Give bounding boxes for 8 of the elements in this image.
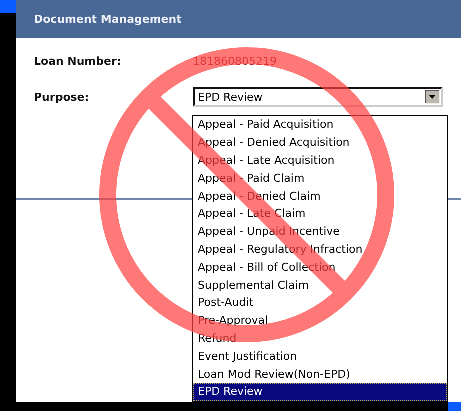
panel-title: Document Management: [34, 12, 182, 26]
dropdown-option[interactable]: EPD Review: [193, 382, 447, 401]
corner-block: [0, 0, 16, 13]
loan-number-value: 181860805219: [193, 54, 277, 68]
field-label: Loan Number:: [34, 54, 122, 68]
field-label: Purpose:: [34, 90, 90, 104]
purpose-select[interactable]: EPD Review: [193, 87, 443, 107]
corner-block: [448, 402, 461, 411]
